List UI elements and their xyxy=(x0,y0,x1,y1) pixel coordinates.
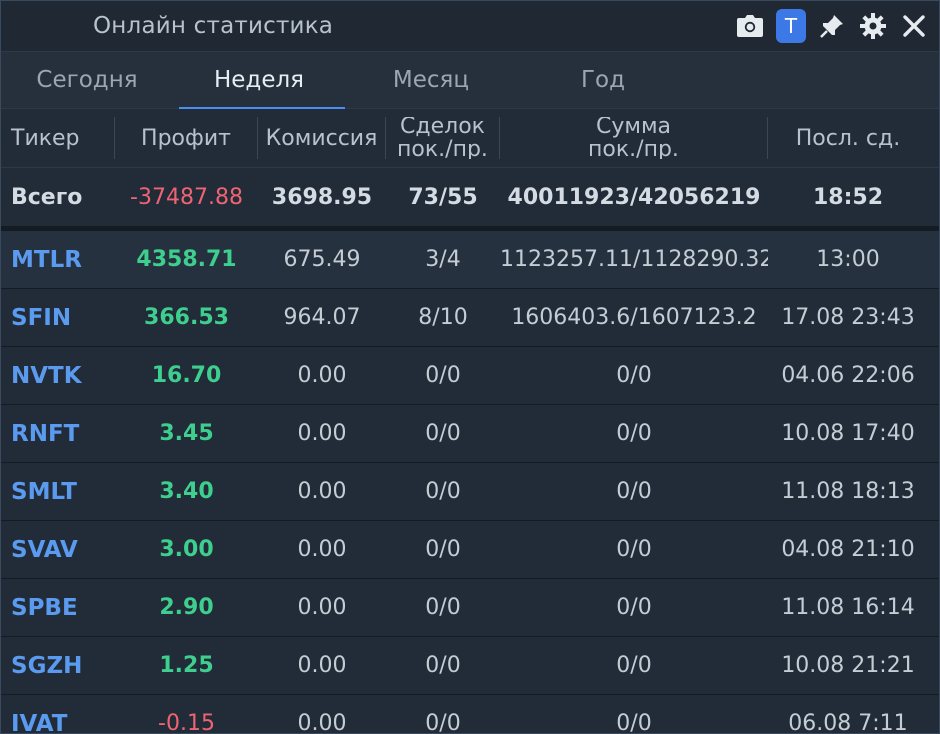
commission-cell: 0.00 xyxy=(297,479,347,504)
deals-cell: 0/0 xyxy=(425,363,461,388)
table-row[interactable]: IVAT -0.15 0.00 0/0 0/0 06.08 7:11 xyxy=(1,695,939,734)
total-label: Всего xyxy=(11,184,83,210)
deals-cell: 0/0 xyxy=(425,537,461,562)
table-row[interactable]: SFIN 366.53 964.07 8/10 1606403.6/160712… xyxy=(1,289,939,347)
ticker-cell[interactable]: RNFT xyxy=(1,421,115,447)
commission-cell: 0.00 xyxy=(297,595,347,620)
toolbar: T xyxy=(735,9,929,43)
window-title: Онлайн статистика xyxy=(93,13,334,39)
header-last-deal[interactable]: Посл. сд. xyxy=(768,117,928,159)
total-row: Всего -37487.88 3698.95 73/55 40011923/4… xyxy=(1,168,939,231)
ticker-cell[interactable]: SFIN xyxy=(1,305,115,331)
profit-cell: 1.25 xyxy=(159,653,214,678)
last-deal-cell: 11.08 16:14 xyxy=(781,595,915,620)
close-icon[interactable] xyxy=(899,11,929,41)
table-row[interactable]: SVAV 3.00 0.00 0/0 0/0 04.08 21:10 xyxy=(1,521,939,579)
pin-icon[interactable] xyxy=(817,11,847,41)
tab-month[interactable]: Месяц xyxy=(345,52,517,108)
ticker-cell[interactable]: IVAT xyxy=(1,711,115,734)
title-bar[interactable]: Онлайн статистика T xyxy=(1,1,939,52)
profit-cell: 2.90 xyxy=(159,595,214,620)
total-last-deal: 18:52 xyxy=(812,184,884,210)
header-ticker[interactable]: Тикер xyxy=(1,117,115,159)
table-row[interactable]: SGZH 1.25 0.00 0/0 0/0 10.08 21:21 xyxy=(1,637,939,695)
total-deals: 73/55 xyxy=(408,184,478,210)
sum-cell: 0/0 xyxy=(616,479,652,504)
commission-cell: 0.00 xyxy=(297,653,347,678)
last-deal-cell: 13:00 xyxy=(816,247,880,272)
commission-cell: 675.49 xyxy=(283,247,361,272)
last-deal-cell: 10.08 21:21 xyxy=(781,653,915,678)
commission-cell: 964.07 xyxy=(283,305,361,330)
tab-week[interactable]: Неделя xyxy=(173,52,345,109)
table-row[interactable]: SPBE 2.90 0.00 0/0 0/0 11.08 16:14 xyxy=(1,579,939,637)
total-sum: 40011923/42056219 xyxy=(507,184,761,210)
sum-cell: 1123257.11/1128290.32 xyxy=(500,247,768,272)
profit-cell: 3.00 xyxy=(159,537,214,562)
sum-cell: 0/0 xyxy=(616,537,652,562)
commission-cell: 0.00 xyxy=(297,421,347,446)
profit-cell: 4358.71 xyxy=(136,247,237,272)
header-profit[interactable]: Профит xyxy=(115,117,258,159)
tab-year[interactable]: Год xyxy=(517,52,689,108)
last-deal-cell: 04.06 22:06 xyxy=(781,363,915,388)
ticker-cell[interactable]: MTLR xyxy=(1,247,115,273)
commission-cell: 0.00 xyxy=(297,537,347,562)
table-row[interactable]: RNFT 3.45 0.00 0/0 0/0 10.08 17:40 xyxy=(1,405,939,463)
sum-cell: 0/0 xyxy=(616,421,652,446)
profit-cell: 366.53 xyxy=(144,305,229,330)
profit-cell: 3.40 xyxy=(159,479,214,504)
table-header: Тикер Профит Комиссия Сделок пок./пр. Сум… xyxy=(1,109,939,168)
header-commission[interactable]: Комиссия xyxy=(258,117,386,159)
deals-cell: 0/0 xyxy=(425,479,461,504)
header-sum[interactable]: Сумма пок./пр. xyxy=(500,117,768,159)
stats-window: Онлайн статистика T Сегодня Неделя Месяц… xyxy=(0,0,940,734)
profit-cell: -0.15 xyxy=(158,711,215,734)
sum-cell: 0/0 xyxy=(616,363,652,388)
ticker-cell[interactable]: SVAV xyxy=(1,537,115,563)
table-row[interactable]: SMLT 3.40 0.00 0/0 0/0 11.08 18:13 xyxy=(1,463,939,521)
sum-cell: 0/0 xyxy=(616,653,652,678)
deals-cell: 3/4 xyxy=(425,247,461,272)
header-deals[interactable]: Сделок пок./пр. xyxy=(386,117,500,159)
profit-cell: 16.70 xyxy=(151,363,222,388)
camera-icon[interactable] xyxy=(735,11,765,41)
last-deal-cell: 10.08 17:40 xyxy=(781,421,915,446)
deals-cell: 0/0 xyxy=(425,653,461,678)
gear-icon[interactable] xyxy=(858,11,888,41)
last-deal-cell: 06.08 7:11 xyxy=(788,711,908,734)
last-deal-cell: 04.08 21:10 xyxy=(781,537,915,562)
table-row[interactable]: NVTK 16.70 0.00 0/0 0/0 04.06 22:06 xyxy=(1,347,939,405)
commission-cell: 0.00 xyxy=(297,711,347,734)
ticker-cell[interactable]: NVTK xyxy=(1,363,115,389)
stats-table: Тикер Профит Комиссия Сделок пок./пр. Сум… xyxy=(1,109,939,734)
sum-cell: 1606403.6/1607123.2 xyxy=(511,305,757,330)
tab-today[interactable]: Сегодня xyxy=(1,52,173,108)
profit-cell: 3.45 xyxy=(159,421,214,446)
last-deal-cell: 17.08 23:43 xyxy=(781,305,915,330)
total-profit: -37487.88 xyxy=(130,184,243,210)
deals-cell: 0/0 xyxy=(425,711,461,734)
deals-cell: 0/0 xyxy=(425,595,461,620)
deals-cell: 8/10 xyxy=(418,305,468,330)
ticker-cell[interactable]: SPBE xyxy=(1,595,115,621)
sum-cell: 0/0 xyxy=(616,595,652,620)
total-commission: 3698.95 xyxy=(271,184,373,210)
ticker-cell[interactable]: SMLT xyxy=(1,479,115,505)
period-tabs: Сегодня Неделя Месяц Год xyxy=(1,52,939,109)
ticker-cell[interactable]: SGZH xyxy=(1,653,115,679)
last-deal-cell: 11.08 18:13 xyxy=(781,479,915,504)
t-toggle-button[interactable]: T xyxy=(776,9,806,43)
commission-cell: 0.00 xyxy=(297,363,347,388)
table-row[interactable]: MTLR 4358.71 675.49 3/4 1123257.11/11282… xyxy=(1,231,939,289)
sum-cell: 0/0 xyxy=(616,711,652,734)
deals-cell: 0/0 xyxy=(425,421,461,446)
